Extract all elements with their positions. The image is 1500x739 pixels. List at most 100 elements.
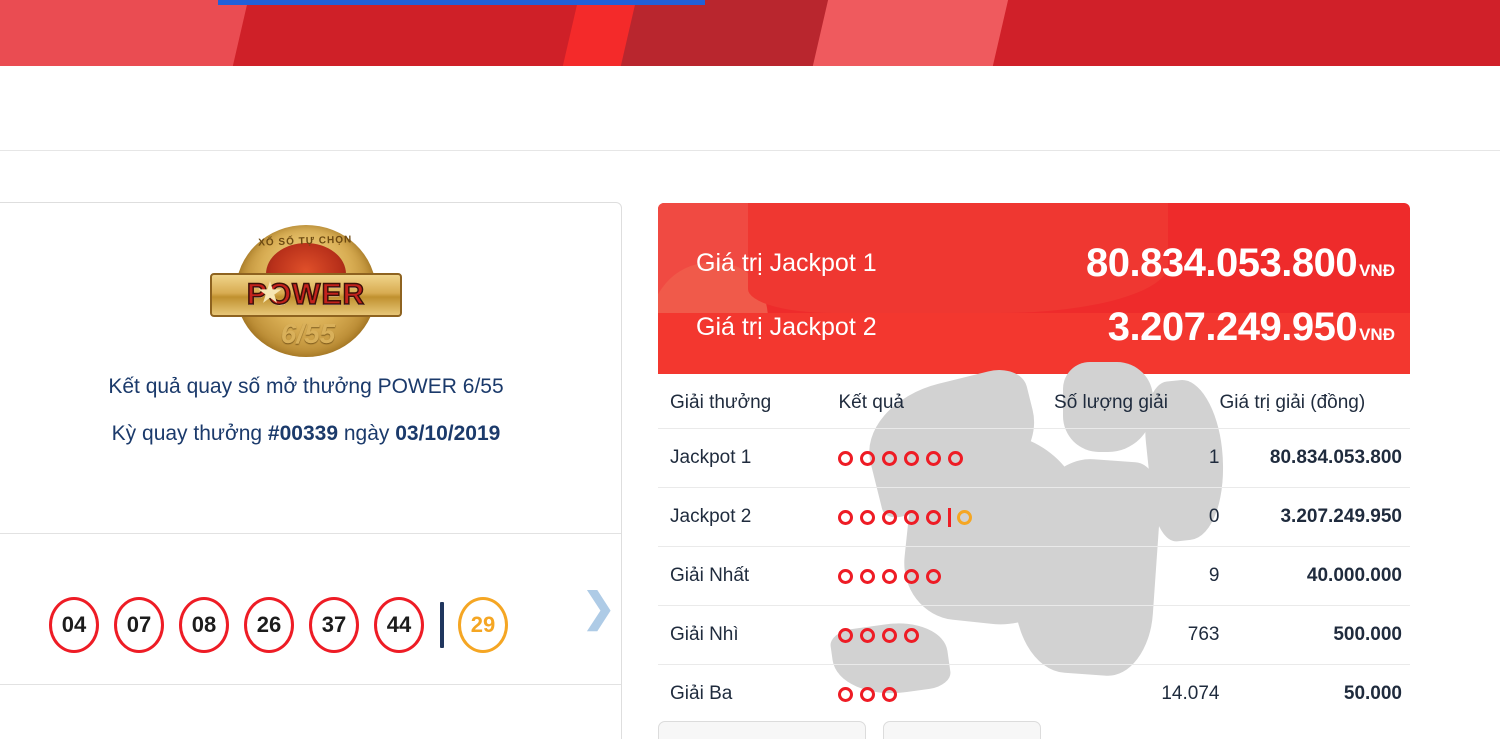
cell-result [838,487,1055,547]
result-circle-icon [904,509,920,525]
subtitle-mid: ngày [338,422,396,445]
banner-stripe [617,0,839,66]
result-circle-icon [860,686,876,702]
subtitle-prefix: Kỳ quay thưởng [111,422,268,445]
jackpot-label: Giá trị Jackpot 1 [696,248,877,277]
result-circle-icon [882,509,898,525]
result-circle-icon [860,450,876,466]
page-divider [0,150,1500,151]
special-number-ball: 29 [458,597,508,653]
banner-stripe [809,0,1021,66]
logo-fraction: 6/55 [280,318,336,349]
result-circle-icon [904,568,920,584]
table-header-row: Giải thưởng Kết quả Số lượng giải Giá tr… [658,386,1410,429]
result-circle-icon [904,450,920,466]
cell-count: 9 [1054,546,1220,606]
results-table-zone: Giải thưởng Kết quả Số lượng giải Giá tr… [658,362,1410,723]
result-circle-icon [860,627,876,643]
cell-value: 80.834.053.800 [1219,428,1410,488]
jackpot-and-results: Giá trị Jackpot 1 80.834.053.800 VNĐ Giá… [658,203,1410,723]
cell-value: 50.000 [1219,664,1410,723]
top-banner [0,0,1500,66]
winning-number-ball: 04 [49,597,99,653]
result-circle-icon [860,568,876,584]
jackpot-row: Giá trị Jackpot 2 3.207.249.950 VNĐ [658,295,1410,359]
banner-accent-bar [218,0,705,5]
draw-date: 03/10/2019 [395,422,501,445]
chevron-right-icon[interactable]: ❯ [582,588,616,628]
result-circle-icon [838,450,854,466]
result-circle-icon [838,509,854,525]
result-circle-icon [904,627,920,643]
cell-prize: Jackpot 1 [658,428,839,488]
results-table: Giải thưởng Kết quả Số lượng giải Giá tr… [658,386,1410,723]
result-circle-icon [926,509,942,525]
table-row: Giải Nhất 9 40.000.000 [658,546,1410,606]
card-divider [0,684,621,685]
cell-value: 40.000.000 [1219,546,1410,606]
result-circle-icon [838,627,854,643]
cell-prize: Jackpot 2 [658,487,839,547]
jackpot-banner: Giá trị Jackpot 1 80.834.053.800 VNĐ Giá… [658,203,1410,374]
result-circle-icon [882,686,898,702]
table-row: Giải Nhì 763 500.000 [658,605,1410,665]
primary-action-button[interactable] [658,721,866,739]
cell-result [838,605,1055,665]
table-row: Giải Ba 14.074 50.000 [658,664,1410,723]
cell-count: 763 [1054,605,1220,665]
cell-result [838,664,1055,723]
winning-number-ball: 44 [374,597,424,653]
result-circle-icon [926,568,942,584]
result-circle-icon [882,450,898,466]
cell-prize: Giải Ba [658,664,839,723]
result-circle-icon [838,568,854,584]
jackpot-unit: VNĐ [1359,324,1395,344]
winning-number-ball: 26 [244,597,294,653]
result-circle-icon [948,450,964,466]
cell-value: 500.000 [1219,605,1410,665]
header-value: Giá trị giải (đồng) [1219,392,1366,413]
logo-bar: POWER [210,273,402,317]
result-circle-icon [882,627,898,643]
draw-result-card: XỔ SỐ TỰ CHỌN POWER 6/55 Kết quả quay số… [0,202,622,739]
cell-value: 3.207.249.950 [1219,487,1410,547]
jackpot-label: Giá trị Jackpot 2 [696,312,877,341]
secondary-action-button[interactable] [883,721,1041,739]
result-circle-icon [882,568,898,584]
cell-result [838,546,1055,606]
cell-prize: Giải Nhì [658,605,839,665]
banner-stripe [229,0,601,66]
result-circle-icon [860,509,876,525]
header-count: Số lượng giải [1054,392,1168,413]
jackpot-value: 80.834.053.800 [1086,240,1358,285]
winning-number-ball: 07 [114,597,164,653]
card-divider [0,533,621,534]
card-title: Kết quả quay số mở thưởng POWER 6/55 [108,375,504,398]
table-row: Jackpot 1 1 80.834.053.800 [658,428,1410,488]
winning-numbers: 04 07 08 26 37 44 29 [0,580,623,670]
cell-count: 0 [1054,487,1220,547]
logo-wordmark: POWER [246,277,366,312]
header-result: Kết quả [838,392,904,413]
draw-id: #00339 [267,422,338,445]
winning-number-ball: 37 [309,597,359,653]
cell-count: 14.074 [1054,664,1220,723]
header-prize: Giải thưởng [670,392,772,413]
winning-number-ball: 08 [179,597,229,653]
table-row: Jackpot 2 0 3.207.249.950 [658,487,1410,547]
banner-stripe [989,0,1500,66]
result-circle-icon [926,450,942,466]
cell-count: 1 [1054,428,1220,488]
cell-prize: Giải Nhất [658,546,839,606]
card-subtitle: Kỳ quay thưởng #00339 ngày 03/10/2019 [0,422,623,446]
jackpot-unit: VNĐ [1359,260,1395,280]
result-circle-icon [838,686,854,702]
jackpot-row: Giá trị Jackpot 1 80.834.053.800 VNĐ [658,231,1410,295]
action-buttons [658,721,1041,739]
result-separator [948,507,952,527]
cell-result [838,428,1055,488]
banner-stripe [0,0,271,66]
jackpot-value: 3.207.249.950 [1107,304,1358,349]
power-logo: XỔ SỐ TỰ CHỌN POWER 6/55 [0,225,623,357]
result-special-circle-icon [957,509,973,525]
